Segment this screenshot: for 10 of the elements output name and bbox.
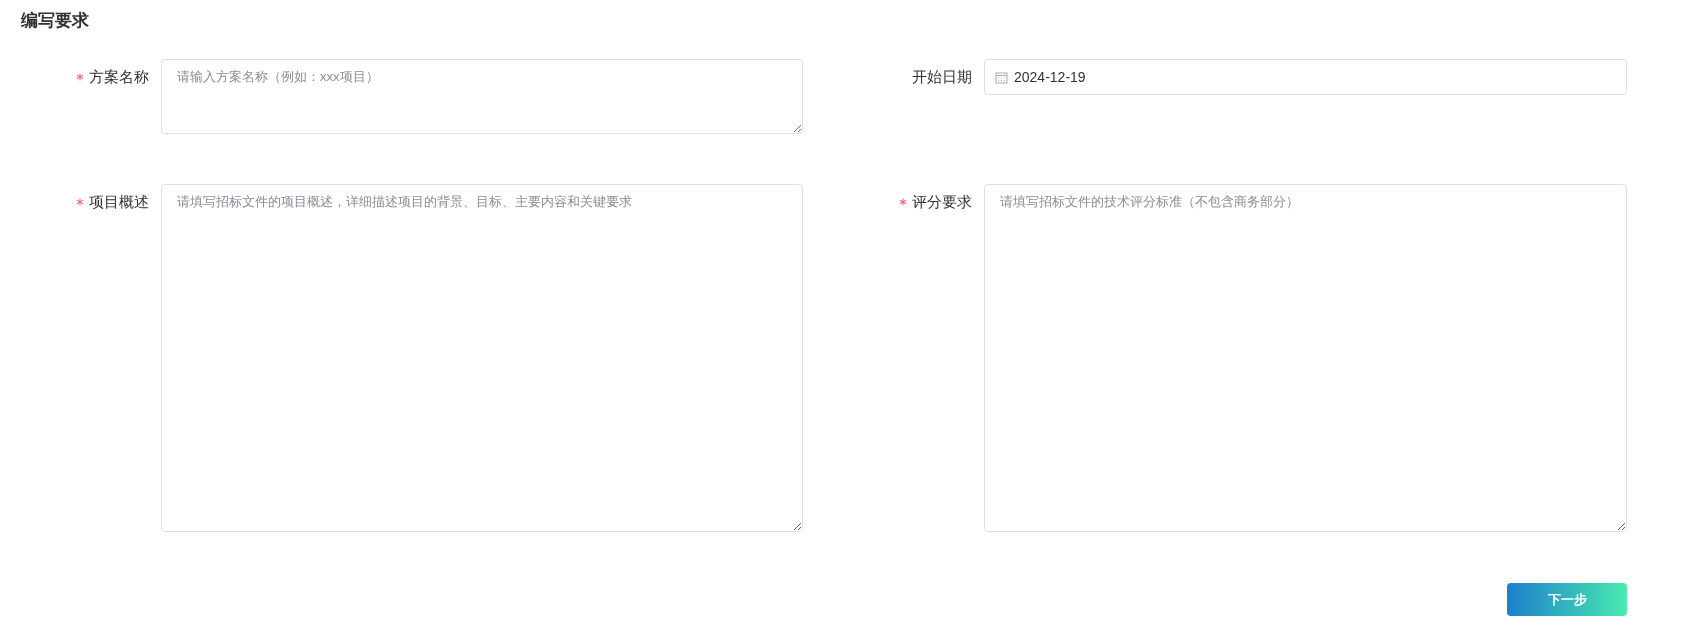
text-area[interactable]: 请填写招标文件的技术评分标准（不包含商务部分）: [984, 184, 1627, 532]
calendar-icon: [995, 70, 1008, 84]
section-title: 编写要求: [21, 10, 90, 32]
text-area[interactable]: 请填写招标文件的项目概述，详细描述项目的背景、目标、主要内容和关键要求: [161, 184, 803, 532]
field-label: 评分要求: [912, 192, 972, 212]
field-label: 开始日期: [912, 67, 972, 87]
field-label: 方案名称: [89, 67, 149, 87]
date-field[interactable]: 2024-12-19: [984, 59, 1627, 95]
text-area[interactable]: 请输入方案名称（例如：xxx项目）: [161, 59, 803, 134]
field-label: 项目概述: [89, 192, 149, 212]
